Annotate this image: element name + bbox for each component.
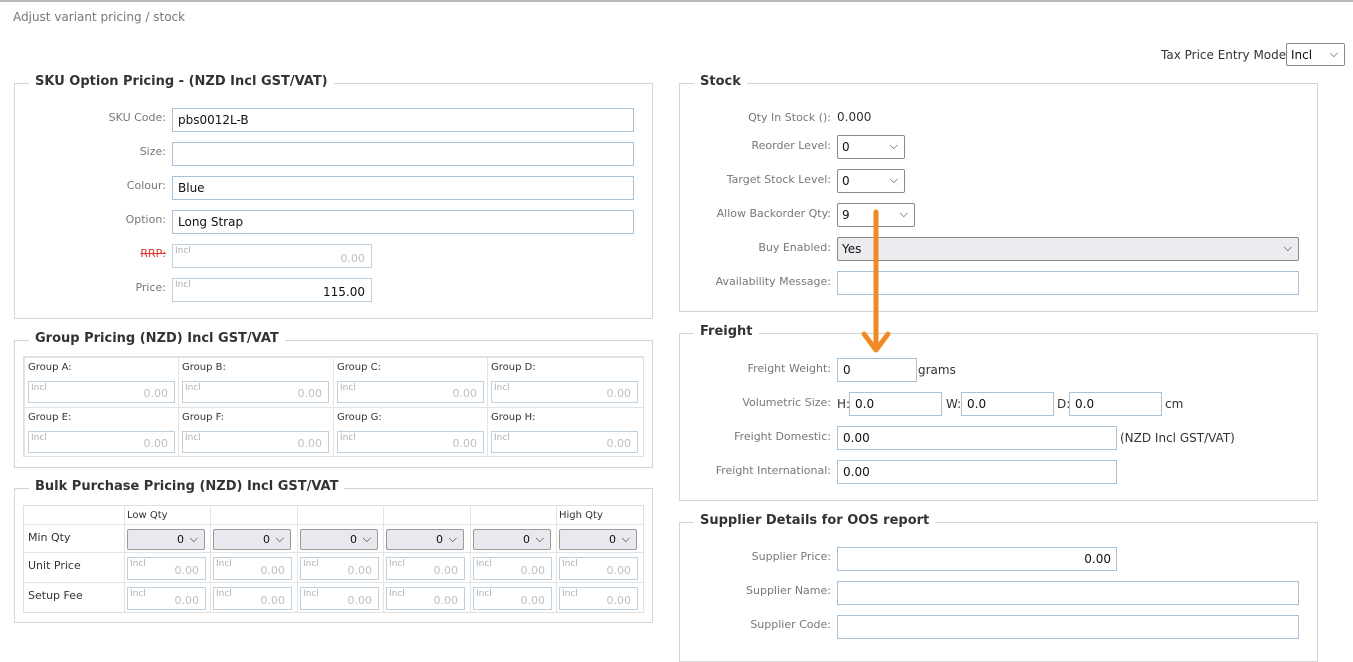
annotation-arrow — [861, 209, 891, 353]
